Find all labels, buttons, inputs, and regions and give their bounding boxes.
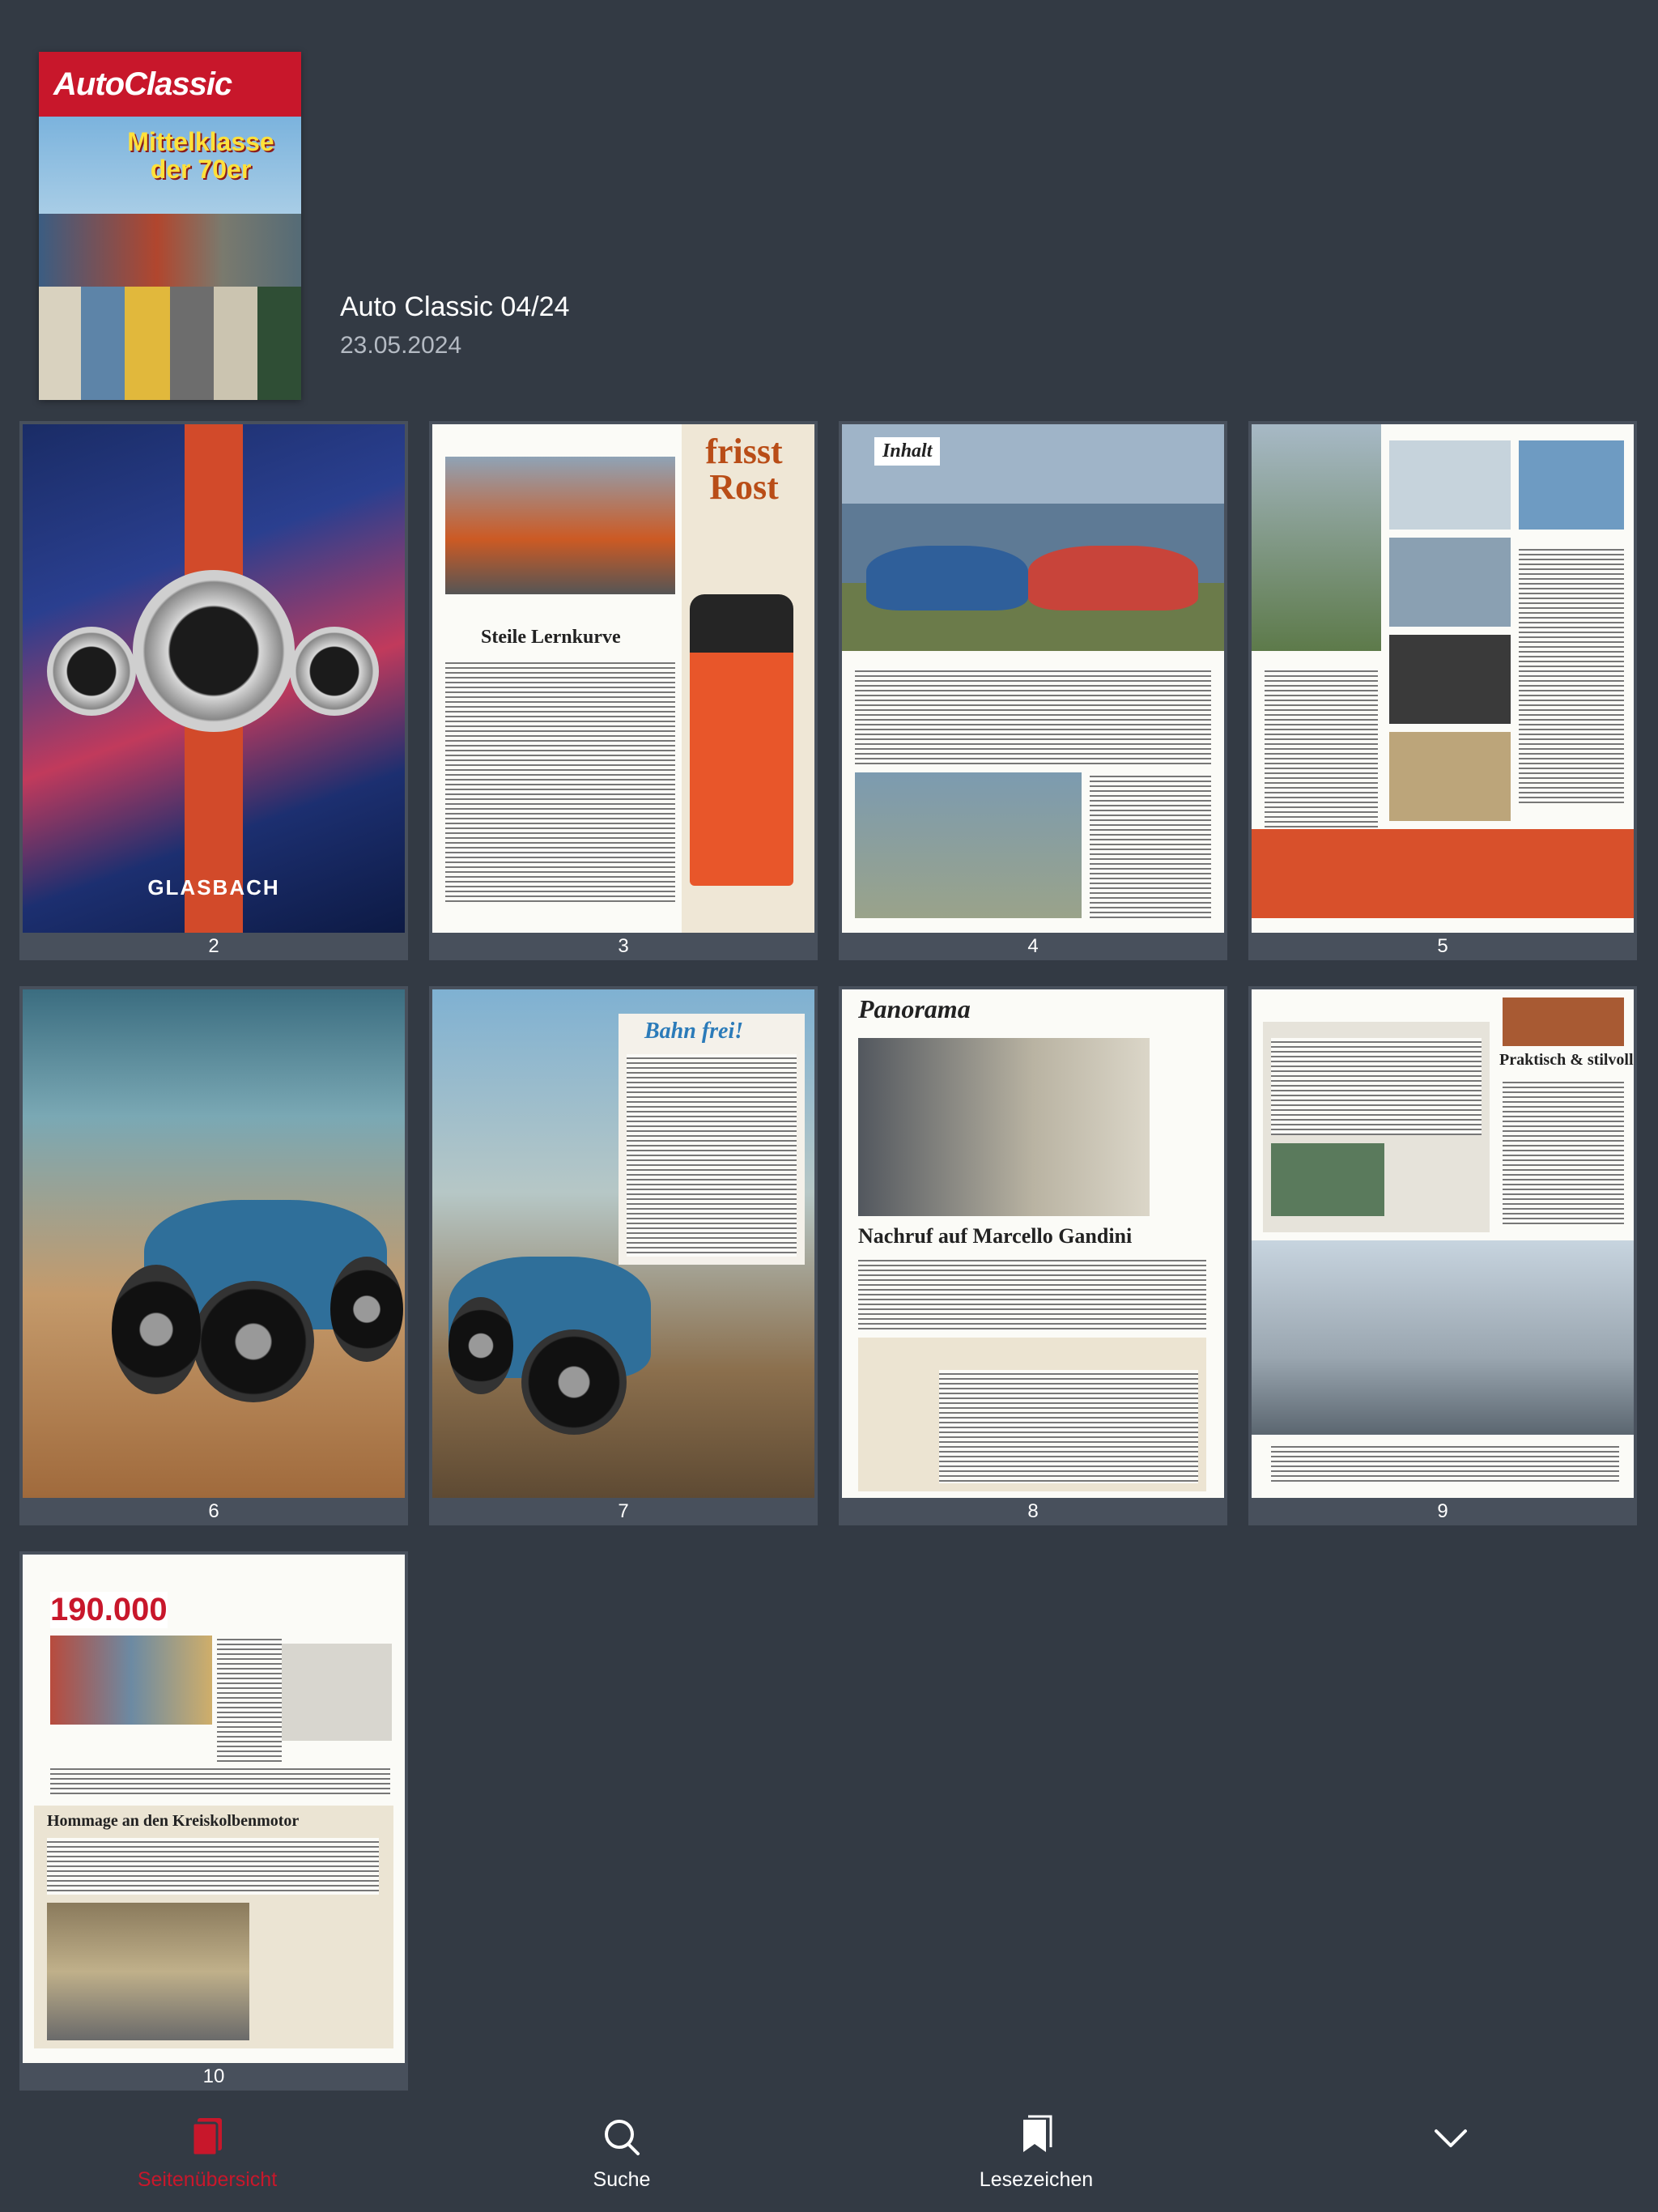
cover-masthead-text: AutoClassic: [53, 66, 232, 102]
search-icon: [605, 2120, 640, 2155]
page-image: [1252, 424, 1634, 933]
page-number: 5: [1437, 935, 1448, 957]
watch-icon: [133, 570, 295, 732]
article-headline: Praktisch & stilvoll: [1499, 1051, 1634, 1069]
page-number: 8: [1027, 1500, 1039, 1522]
spray-can-icon: [690, 594, 793, 886]
page-image: Praktisch & stilvoll: [1252, 989, 1634, 1498]
section-heading: Panorama: [858, 994, 971, 1023]
tab-label: Suche: [593, 2168, 651, 2191]
tab-label: Seitenübersicht: [137, 2168, 278, 2191]
page-thumbnail[interactable]: Inhalt 4: [839, 421, 1227, 960]
bookmarks-icon: [1023, 2115, 1052, 2152]
page-image: Steile Lernkurve frisst Rost: [432, 424, 814, 933]
contents-heading: Inhalt: [874, 437, 941, 466]
issue-date: 23.05.2024: [340, 332, 462, 359]
page-thumbnail[interactable]: Panorama Nachruf auf Marcello Gandini 8: [839, 986, 1227, 1525]
page-image: GLASBACH: [23, 424, 405, 933]
page-thumbnail[interactable]: 190.000 Hommage an den Kreiskolbenmotor …: [19, 1551, 408, 2091]
bottom-tab-bar: Seitenübersicht Suche Lesezeichen: [0, 2097, 1658, 2212]
article-headline: Bahn frei!: [644, 1019, 744, 1044]
page-grid: GLASBACH 2 Steile Lernkurve frisst Rost …: [0, 421, 1658, 2097]
article-headline: Steile Lernkurve: [481, 627, 621, 648]
article-subheadline: Hommage an den Kreiskolbenmotor: [47, 1812, 300, 1830]
page-number: 3: [618, 935, 629, 957]
page-number: 10: [202, 2065, 225, 2087]
tab-search[interactable]: Suche: [414, 2097, 829, 2212]
collapse-button[interactable]: [1244, 2097, 1658, 2212]
tab-label: Lesezeichen: [979, 2168, 1094, 2191]
cover-teasers: [39, 287, 301, 400]
issue-cover-image[interactable]: AutoClassic Mittelklasse der 70er: [39, 52, 301, 400]
page-thumbnail[interactable]: 5: [1248, 421, 1637, 960]
page-image: 190.000 Hommage an den Kreiskolbenmotor: [23, 1555, 405, 2063]
article-headline: 190.000: [50, 1592, 168, 1628]
page-image: [23, 989, 405, 1498]
ad-brand: GLASBACH: [147, 875, 280, 900]
page-number: 9: [1437, 1500, 1448, 1522]
cover-headline: Mittelklasse der 70er: [127, 127, 274, 184]
page-thumbnail[interactable]: 6: [19, 986, 408, 1525]
issue-header: AutoClassic Mittelklasse der 70er Auto C…: [0, 0, 1658, 413]
page-number: 4: [1027, 935, 1039, 957]
page-thumbnail[interactable]: Steile Lernkurve frisst Rost 3: [429, 421, 818, 960]
page-thumbnail[interactable]: Praktisch & stilvoll 9: [1248, 986, 1637, 1525]
page-thumbnail[interactable]: GLASBACH 2: [19, 421, 408, 960]
page-image: Inhalt: [842, 424, 1224, 933]
page-number: 6: [208, 1500, 219, 1522]
page-thumbnail[interactable]: Bahn frei! 7: [429, 986, 818, 1525]
issue-title: Auto Classic 04/24: [340, 291, 570, 322]
page-number: 2: [208, 935, 219, 957]
cover-cars-photo: [39, 214, 301, 287]
chevron-down-icon: [1435, 2129, 1467, 2147]
ad-headline: frisst Rost: [705, 432, 783, 507]
page-image: Bahn frei!: [432, 989, 814, 1498]
tab-bookmarks[interactable]: Lesezeichen: [829, 2097, 1244, 2212]
tab-page-overview[interactable]: Seitenübersicht: [0, 2097, 414, 2212]
pages-icon: [191, 2118, 222, 2157]
article-headline: Nachruf auf Marcello Gandini: [858, 1224, 1133, 1248]
page-number: 7: [618, 1500, 629, 1522]
page-image: Panorama Nachruf auf Marcello Gandini: [842, 989, 1224, 1498]
